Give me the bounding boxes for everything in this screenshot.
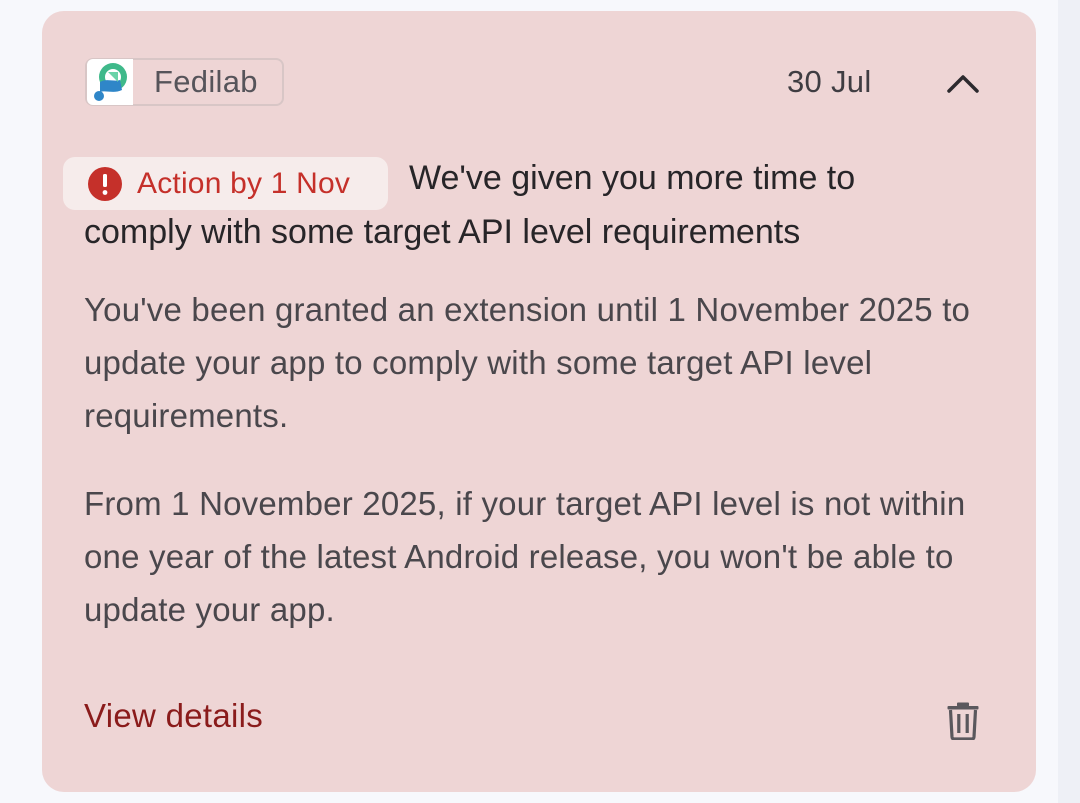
notification-date: 30 Jul <box>787 64 872 99</box>
view-details-link[interactable]: View details <box>84 697 263 735</box>
collapse-button[interactable] <box>937 61 989 105</box>
trash-icon <box>947 702 979 740</box>
notification-title-line2: comply with some target API level requir… <box>84 213 801 251</box>
delete-button[interactable] <box>939 697 987 745</box>
body-paragraph-1: You've been granted an extension until 1… <box>84 291 971 434</box>
body-paragraph-2: From 1 November 2025, if your target API… <box>84 485 966 628</box>
app-chip[interactable]: Fedilab <box>85 58 284 106</box>
notification-card: Fedilab 30 Jul Action by 1 Nov We've giv… <box>42 11 1036 792</box>
badge-label: Action by 1 Nov <box>137 166 351 200</box>
scrollbar-edge <box>1058 0 1080 803</box>
status-badge: Action by 1 Nov <box>63 157 388 210</box>
fedilab-logo-icon <box>87 59 133 105</box>
chevron-up-icon <box>947 75 979 93</box>
error-circle-icon <box>87 166 123 202</box>
notification-title-line1: We've given you more time to <box>409 159 856 197</box>
app-name: Fedilab <box>154 64 258 99</box>
